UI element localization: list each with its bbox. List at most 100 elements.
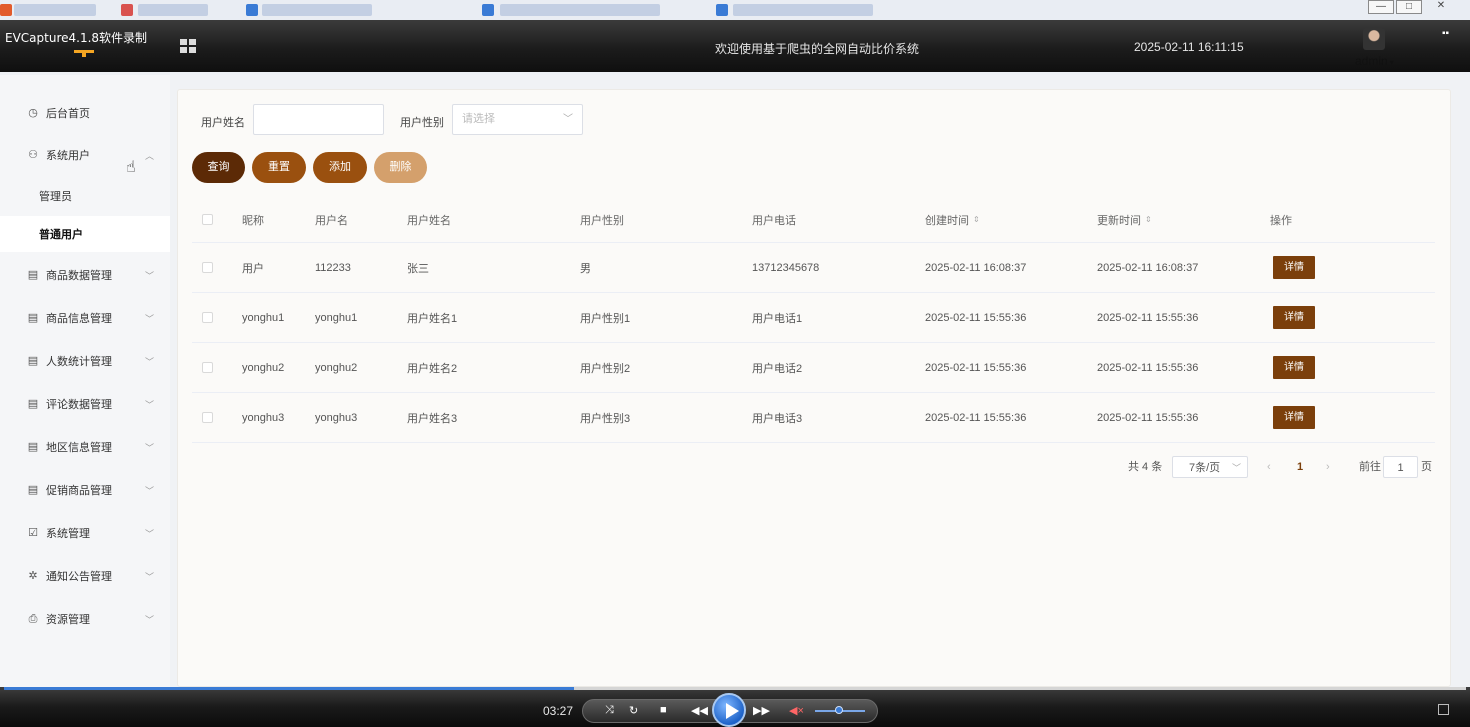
- avatar[interactable]: [1363, 28, 1385, 50]
- next-page-icon[interactable]: ›: [1326, 456, 1330, 478]
- sidebar-item-system-settings[interactable]: ☑ 系统管理 ﹀: [0, 513, 170, 553]
- fast-forward-icon[interactable]: ▶▶: [753, 704, 770, 717]
- column-header: 昵称: [242, 214, 264, 227]
- os-tab[interactable]: [733, 4, 873, 16]
- user-icon: ⚇: [28, 149, 38, 161]
- sidebar-subitem-normal-users[interactable]: 普通用户: [0, 216, 170, 252]
- column-header: 操作: [1270, 214, 1292, 227]
- header-datetime: 2025-02-11 16:11:15: [1134, 40, 1244, 54]
- chevron-down-icon: ﹀: [144, 443, 154, 453]
- list-icon: ▤: [27, 441, 39, 453]
- os-tab[interactable]: [500, 4, 660, 16]
- sidebar-item-label: 地区信息管理: [46, 442, 112, 454]
- detail-button[interactable]: 详情: [1273, 406, 1315, 429]
- user-menu[interactable]: admin ▾: [1355, 54, 1394, 68]
- detail-button[interactable]: 详情: [1273, 306, 1315, 329]
- row-checkbox[interactable]: [202, 261, 213, 273]
- chevron-up-icon: ︿: [144, 151, 154, 161]
- cell-created: 2025-02-11 15:55:36: [925, 311, 1027, 324]
- gender-select[interactable]: 请选择 ﹀: [452, 104, 583, 135]
- os-tab[interactable]: [14, 4, 96, 16]
- logo-icon: [74, 50, 94, 58]
- sidebar-item-home[interactable]: ◷ 后台首页: [0, 93, 170, 133]
- gender-select-placeholder: 请选择: [462, 113, 495, 125]
- minimize-button[interactable]: —: [1368, 0, 1394, 14]
- recorder-title: EVCapture4.1.8软件录制: [5, 31, 148, 45]
- rewind-icon[interactable]: ◀◀: [691, 704, 708, 717]
- pagination-total: 共 4 条: [1128, 461, 1163, 473]
- list-icon: ▤: [27, 484, 39, 496]
- document-icon: [246, 4, 258, 16]
- row-checkbox[interactable]: [202, 411, 213, 423]
- cell-nickname: yonghu3: [242, 411, 285, 424]
- checkbox-icon: ☑: [28, 527, 38, 539]
- row-checkbox[interactable]: [202, 361, 213, 373]
- repeat-icon[interactable]: ↻: [629, 704, 638, 717]
- list-icon: ▤: [27, 355, 39, 367]
- stop-icon[interactable]: ■: [660, 704, 667, 716]
- name-search-input[interactable]: [253, 104, 384, 135]
- hand-cursor-icon: ☝: [126, 159, 136, 176]
- close-button[interactable]: ✕: [1428, 0, 1454, 14]
- column-header: 用户姓名: [407, 214, 451, 227]
- column-header-updated[interactable]: 更新时间 ⇕: [1097, 197, 1152, 242]
- sidebar-item-label: 管理员: [39, 191, 72, 203]
- reset-button[interactable]: 重置: [252, 152, 306, 183]
- os-tab[interactable]: [138, 4, 208, 16]
- chevron-down-icon: ﹀: [144, 271, 154, 281]
- grid-menu-icon[interactable]: [180, 39, 196, 53]
- os-tab[interactable]: [262, 4, 372, 16]
- volume-knob[interactable]: [835, 706, 843, 714]
- current-page[interactable]: 1: [1297, 456, 1303, 478]
- goto-label: 前往: [1359, 461, 1381, 473]
- shuffle-icon[interactable]: ⤨: [605, 704, 614, 717]
- playback-progress-bar[interactable]: [4, 687, 1466, 690]
- sort-icon[interactable]: ⇕: [1145, 215, 1152, 224]
- column-header-created[interactable]: 创建时间 ⇕: [925, 197, 980, 242]
- row-checkbox[interactable]: [202, 311, 213, 323]
- sidebar-item-product-info[interactable]: ▤ 商品信息管理 ﹀: [0, 298, 170, 338]
- maximize-button[interactable]: □: [1396, 0, 1422, 14]
- detail-button[interactable]: 详情: [1273, 256, 1315, 279]
- sidebar-item-label: 商品数据管理: [46, 270, 112, 282]
- mute-icon[interactable]: ◀×: [789, 704, 804, 717]
- sidebar-item-product-data[interactable]: ▤ 商品数据管理 ﹀: [0, 255, 170, 295]
- sidebar-item-system-users[interactable]: ⚇ 系统用户 ︿: [0, 135, 170, 175]
- add-button[interactable]: 添加: [313, 152, 367, 183]
- table-row: yonghu2 yonghu2 用户姓名2 用户性别2 用户电话2 2025-0…: [192, 343, 1435, 393]
- chevron-down-icon: ﹀: [144, 615, 154, 625]
- cell-created: 2025-02-11 16:08:37: [925, 261, 1027, 274]
- select-all-checkbox[interactable]: [202, 213, 213, 225]
- cell-username: yonghu1: [315, 311, 358, 324]
- sidebar-item-comment-data[interactable]: ▤ 评论数据管理 ﹀: [0, 384, 170, 424]
- goto-page-input[interactable]: 1: [1383, 456, 1418, 478]
- printer-icon: ⎙: [28, 613, 38, 625]
- play-button[interactable]: [712, 693, 746, 727]
- sidebar-item-notices[interactable]: ✲ 通知公告管理 ﹀: [0, 556, 170, 596]
- cell-phone: 13712345678: [752, 261, 820, 274]
- fullscreen-icon[interactable]: [1438, 704, 1449, 715]
- document-icon: [716, 4, 728, 16]
- system-title: 欢迎使用基于爬虫的全网自动比价系统: [715, 42, 920, 56]
- sidebar-item-label: 促销商品管理: [46, 485, 112, 497]
- cell-updated: 2025-02-11 15:55:36: [1097, 311, 1199, 324]
- prev-page-icon[interactable]: ‹: [1267, 456, 1271, 478]
- sidebar-item-visitor-stats[interactable]: ▤ 人数统计管理 ﹀: [0, 341, 170, 381]
- sidebar-item-region-info[interactable]: ▤ 地区信息管理 ﹀: [0, 427, 170, 467]
- delete-button[interactable]: 删除: [374, 152, 427, 183]
- sidebar-item-promotions[interactable]: ▤ 促销商品管理 ﹀: [0, 470, 170, 510]
- column-header-label: 更新时间: [1097, 214, 1141, 227]
- sidebar-item-label: 系统用户: [46, 150, 90, 162]
- chevron-down-icon: ﹀: [144, 572, 154, 582]
- detail-button[interactable]: 详情: [1273, 356, 1315, 379]
- query-button[interactable]: 查询: [192, 152, 245, 183]
- cell-updated: 2025-02-11 16:08:37: [1097, 261, 1199, 274]
- column-header-label: 创建时间: [925, 214, 969, 227]
- table-row: yonghu3 yonghu3 用户姓名3 用户性别3 用户电话3 2025-0…: [192, 393, 1435, 443]
- sidebar-item-resources[interactable]: ⎙ 资源管理 ﹀: [0, 599, 170, 639]
- sort-icon[interactable]: ⇕: [973, 215, 980, 224]
- page-size-select[interactable]: 7条/页 ﹀: [1172, 456, 1248, 478]
- sidebar-subitem-admins[interactable]: 管理员: [0, 178, 170, 214]
- table-row: yonghu1 yonghu1 用户姓名1 用户性别1 用户电话1 2025-0…: [192, 293, 1435, 343]
- fullscreen-icon[interactable]: ▪▪: [1442, 28, 1456, 39]
